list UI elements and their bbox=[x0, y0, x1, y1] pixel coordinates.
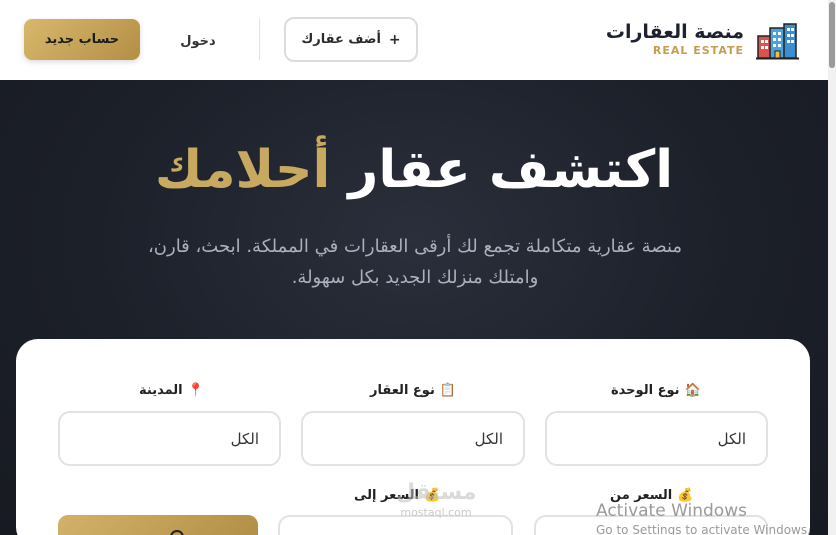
unit-type-label-text: نوع الوحدة bbox=[611, 383, 680, 398]
search-button[interactable] bbox=[58, 515, 258, 535]
unit-type-select[interactable]: الكل bbox=[545, 411, 768, 466]
watermark-url: mostaql.com bbox=[400, 506, 472, 519]
scrollbar-thumb[interactable] bbox=[829, 2, 835, 68]
nav-divider bbox=[259, 18, 260, 60]
property-type-select[interactable]: الكل bbox=[301, 411, 525, 466]
hero-subtitle-line-2: وامتلك منزلك الجديد بكل سهولة. bbox=[291, 267, 539, 288]
search-icon bbox=[170, 530, 184, 535]
buildings-logo-icon bbox=[756, 23, 799, 60]
watermark: مستقل mostaql.com bbox=[396, 480, 476, 520]
clipboard-icon: 📋 bbox=[439, 383, 457, 398]
property-type-label: 📋 نوع العقار bbox=[370, 383, 456, 398]
hero-subtitle: منصة عقارية متكاملة تجمع لك أرقى العقارا… bbox=[110, 231, 720, 293]
city-label-text: المدينة bbox=[139, 383, 183, 398]
top-navbar: حساب جديد دخول أضف عقارك + منصة العقارات… bbox=[0, 0, 828, 80]
unit-type-value: الكل bbox=[717, 429, 746, 448]
hero-title: اكتشف عقار أحلامك bbox=[0, 140, 828, 200]
activate-subtitle: Go to Settings to activate Windows. bbox=[596, 523, 811, 535]
watermark-logo-text: مستقل bbox=[396, 480, 477, 505]
add-property-label: أضف عقارك bbox=[301, 32, 381, 47]
property-type-label-text: نوع العقار bbox=[370, 383, 435, 398]
activate-windows-notice: Activate Windows Go to Settings to activ… bbox=[596, 500, 836, 535]
pin-icon: 📍 bbox=[187, 383, 204, 398]
unit-type-label: 🏠 نوع الوحدة bbox=[611, 383, 701, 398]
login-link[interactable]: دخول bbox=[168, 30, 228, 52]
hero-subtitle-line-1: منصة عقارية متكاملة تجمع لك أرقى العقارا… bbox=[147, 236, 683, 257]
add-property-button[interactable]: أضف عقارك + bbox=[284, 17, 418, 62]
activate-title: Activate Windows bbox=[596, 501, 747, 521]
hero-title-accent: أحلامك bbox=[154, 140, 331, 200]
city-label: 📍 المدينة bbox=[139, 383, 204, 398]
brand-name-ar: منصة العقارات bbox=[605, 21, 744, 43]
page-scrollbar[interactable] bbox=[828, 0, 836, 535]
city-value: الكل bbox=[230, 429, 259, 448]
property-type-value: الكل bbox=[474, 429, 503, 448]
brand-name-en: REAL ESTATE bbox=[652, 44, 744, 57]
hero-title-main: اكتشف عقار bbox=[348, 140, 674, 200]
plus-icon: + bbox=[388, 31, 401, 48]
city-select[interactable]: الكل bbox=[58, 411, 281, 466]
brand[interactable]: منصة العقارات REAL ESTATE bbox=[600, 20, 744, 62]
register-button[interactable]: حساب جديد bbox=[24, 19, 140, 60]
house-icon: 🏠 bbox=[684, 383, 701, 398]
